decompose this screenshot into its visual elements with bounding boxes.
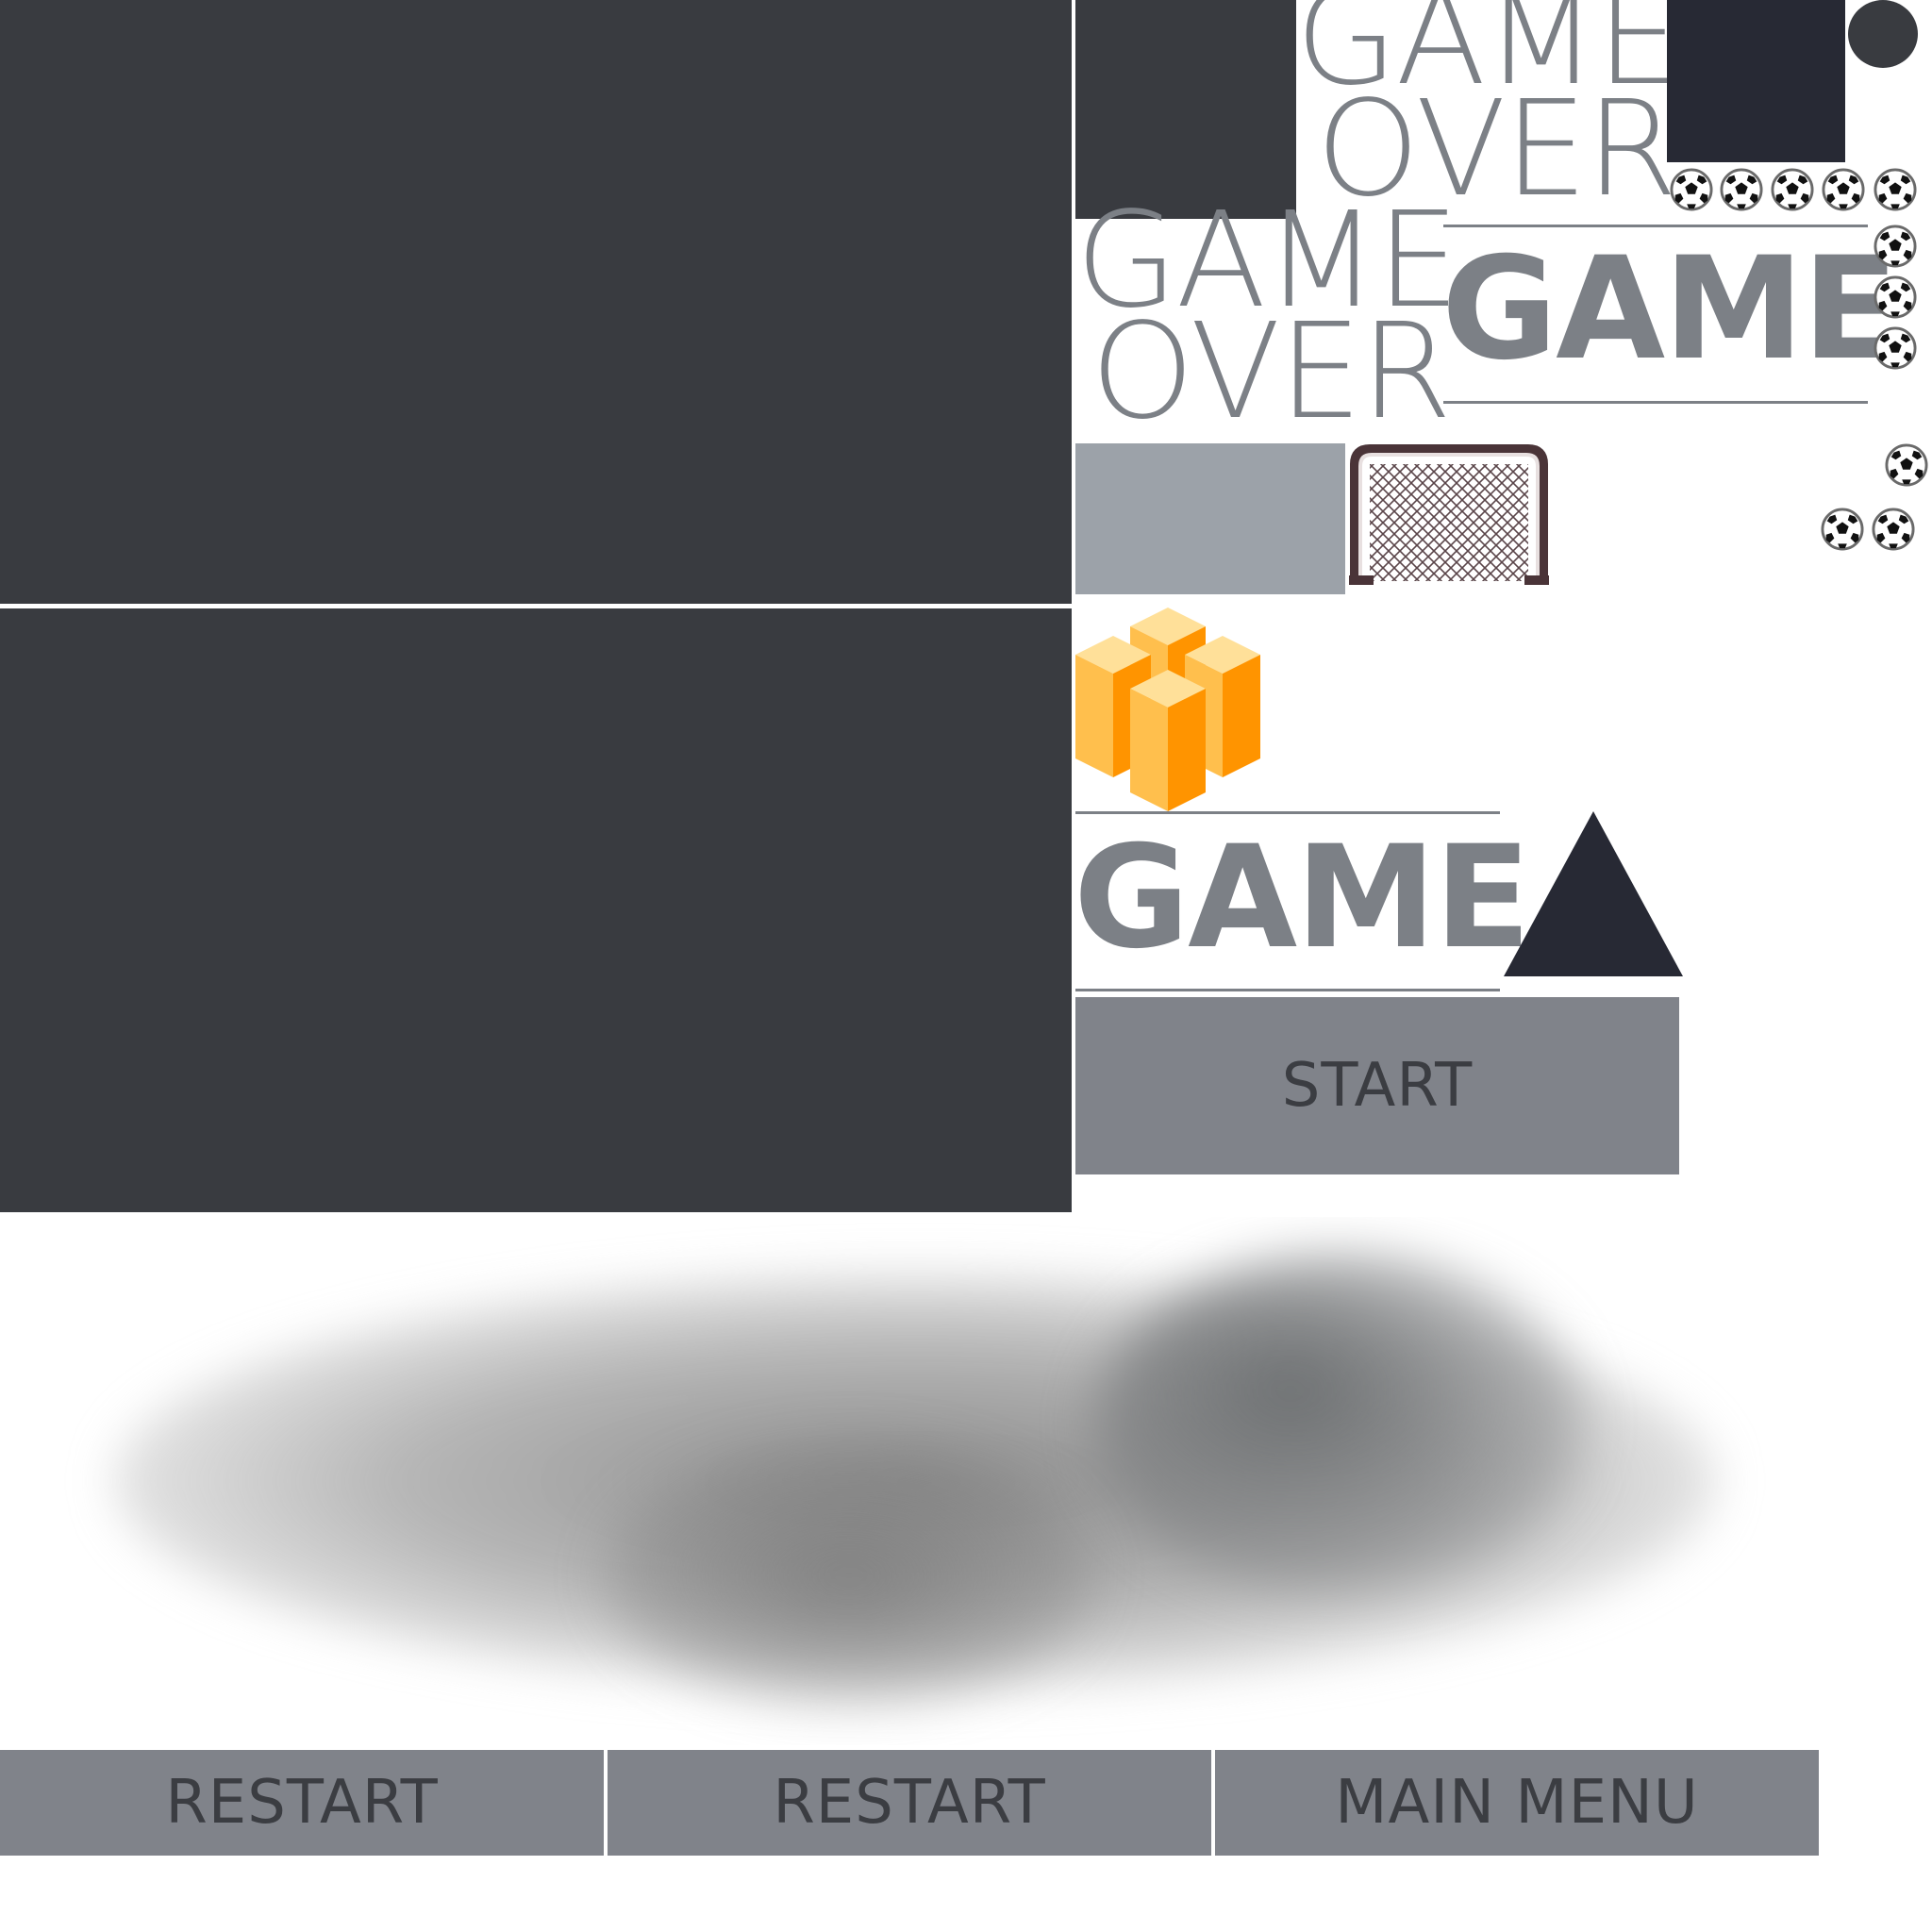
start-button[interactable]: START — [1075, 997, 1679, 1174]
dark-square — [1667, 0, 1845, 162]
circle-icon — [1848, 0, 1918, 68]
soccer-ball-icon — [1885, 443, 1928, 487]
rule-game-top-lower — [1443, 401, 1868, 404]
soccer-ball-icon — [1821, 508, 1864, 551]
restart-button-1[interactable]: RESTART — [0, 1750, 604, 1856]
blur-shadow-texture — [0, 1217, 1849, 1745]
restart-button-2[interactable]: RESTART — [608, 1750, 1211, 1856]
soccer-ball-icon — [1874, 326, 1917, 370]
soccer-ball-icon — [1874, 225, 1917, 268]
game-over-title-top: GAME OVER — [1295, 0, 1680, 216]
soccer-ball-icon — [1874, 275, 1917, 319]
game-over-title-mid: GAME OVER — [1075, 195, 1472, 449]
game-over-mid-line2: OVER — [1091, 295, 1452, 449]
soccer-ball-icon — [1822, 168, 1865, 211]
soccer-ball-icon — [1872, 508, 1915, 551]
triangle-icon — [1504, 811, 1683, 976]
soccer-ball-icon — [1874, 168, 1917, 211]
soccer-ball-icon — [1670, 168, 1713, 211]
main-menu-button[interactable]: MAIN MENU — [1215, 1750, 1819, 1856]
cube-logo-icon — [1075, 608, 1260, 811]
goal-net-icon — [1349, 444, 1549, 585]
soccer-ball-icon — [1720, 168, 1763, 211]
game-bold-title-top: GAME — [1441, 227, 1899, 391]
rule-game-mid-upper — [1075, 811, 1500, 814]
dark-panel-top — [0, 0, 1072, 604]
dark-panel-middle — [0, 608, 1072, 1212]
rule-game-mid-lower — [1075, 989, 1500, 991]
light-grey-block — [1075, 443, 1345, 594]
game-bold-title-mid: GAME — [1074, 816, 1531, 980]
soccer-ball-icon — [1771, 168, 1814, 211]
